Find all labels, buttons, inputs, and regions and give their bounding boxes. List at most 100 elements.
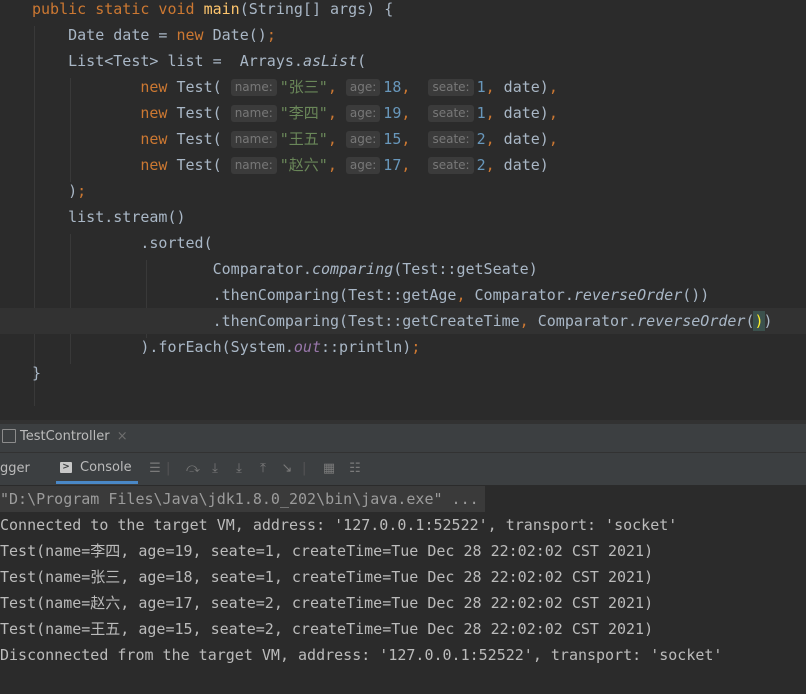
- parameter-hint: age:: [345, 105, 381, 122]
- code-token: ,: [401, 130, 429, 148]
- code-line: Comparator.comparing(Test::getSeate): [0, 256, 806, 282]
- code-line: new Test( name: "王五", age: 15, seate: 2, da…: [0, 126, 806, 152]
- parameter-hint: name:: [230, 105, 277, 122]
- code-token: ,: [485, 78, 504, 96]
- console-tab-icon: >: [60, 462, 72, 473]
- code-line: Date date = new Date();: [0, 22, 806, 48]
- code-token: reverseOrder: [637, 312, 746, 330]
- code-token: Test(: [176, 78, 231, 96]
- code-token: date): [503, 130, 549, 148]
- parameter-hint: name:: [230, 131, 277, 148]
- run-to-cursor-icon[interactable]: ↘: [278, 460, 296, 478]
- code-token: "赵六": [279, 156, 328, 174]
- code-token: ,: [327, 156, 346, 174]
- code-editor[interactable]: public static void main(String[] args) {…: [0, 0, 806, 420]
- code-token: ,: [519, 312, 538, 330]
- menu-icon[interactable]: ☰: [146, 460, 164, 478]
- code-token: ,: [401, 78, 429, 96]
- close-icon[interactable]: ×: [117, 429, 128, 444]
- parameter-hint: seate:: [428, 157, 474, 174]
- code-token: ): [753, 311, 765, 331]
- code-token: ;: [411, 338, 421, 356]
- code-token: (String[] args) {: [239, 0, 394, 18]
- code-token: (Test::getSeate): [393, 260, 538, 278]
- code-token: ,: [401, 104, 429, 122]
- code-line: .thenComparing(Test::getAge, Comparator.…: [0, 282, 806, 308]
- console-command-line: "D:\Program Files\Java\jdk1.8.0_202\bin\…: [0, 486, 485, 512]
- parameter-hint: seate:: [428, 131, 474, 148]
- tab-debugger[interactable]: gger: [0, 461, 30, 476]
- parameter-hint: seate:: [428, 105, 474, 122]
- code-token: ): [763, 312, 773, 330]
- code-token: ;: [266, 26, 276, 44]
- trace-icon[interactable]: ☷: [346, 460, 364, 478]
- code-token: Date date =: [32, 26, 177, 44]
- code-token: ,: [327, 130, 346, 148]
- step-out-icon[interactable]: ⤒: [254, 460, 272, 478]
- parameter-hint: age:: [345, 131, 381, 148]
- code-token: ).forEach(System.: [32, 338, 294, 356]
- console-line: Connected to the target VM, address: '12…: [0, 516, 678, 534]
- code-token: ,: [456, 286, 475, 304]
- run-config-tab[interactable]: TestController ×: [20, 429, 128, 444]
- code-token: main: [203, 0, 240, 18]
- code-token: (: [357, 52, 367, 70]
- parameter-hint: name:: [230, 157, 277, 174]
- parameter-hint: name:: [230, 79, 277, 96]
- code-token: }: [32, 364, 42, 382]
- code-token: "张三": [279, 78, 328, 96]
- code-token: ,: [548, 130, 558, 148]
- console-line: Disconnected from the target VM, address…: [0, 646, 723, 664]
- code-line: ).forEach(System.out::println);: [0, 334, 806, 360]
- code-token: ): [32, 182, 78, 200]
- code-token: 1: [476, 104, 486, 122]
- parameter-hint: age:: [345, 79, 381, 96]
- code-token: new: [32, 156, 177, 174]
- tab-console[interactable]: > Console: [56, 453, 138, 484]
- run-config-title: TestController: [20, 429, 110, 444]
- code-token: 1: [476, 78, 486, 96]
- code-line: new Test( name: "张三", age: 18, seate: 1, da…: [0, 74, 806, 100]
- code-token: ,: [485, 104, 504, 122]
- step-over-icon[interactable]: ⤼: [184, 460, 202, 478]
- code-token: ::println): [321, 338, 412, 356]
- code-token: Date(): [212, 26, 267, 44]
- code-line: .thenComparing(Test::getCreateTime, Comp…: [0, 308, 806, 334]
- console-line: Test(name=李四, age=19, seate=1, createTim…: [0, 542, 654, 560]
- code-token: comparing: [311, 260, 394, 278]
- force-step-into-icon[interactable]: ⤓: [230, 460, 248, 478]
- code-line: }: [0, 360, 806, 386]
- code-token: new: [32, 130, 177, 148]
- code-token: .sorted(: [32, 234, 213, 252]
- code-token: ,: [327, 104, 346, 122]
- parameter-hint: age:: [345, 157, 381, 174]
- code-token: Test(: [176, 130, 231, 148]
- code-token: "李四": [279, 104, 328, 122]
- code-token: .thenComparing(Test::getAge: [32, 286, 457, 304]
- console-line: Test(name=张三, age=18, seate=1, createTim…: [0, 568, 654, 586]
- code-token: date): [503, 78, 549, 96]
- code-token: new: [32, 104, 177, 122]
- console-output[interactable]: "D:\Program Files\Java\jdk1.8.0_202\bin\…: [0, 486, 806, 694]
- code-token: ,: [485, 156, 504, 174]
- code-token: "王五": [279, 130, 328, 148]
- code-token: List<Test> list = Arrays.: [32, 52, 303, 70]
- code-token: new: [32, 78, 177, 96]
- console-toolbar: gger > Console ☰ | ⤼ ⤓ ⤓ ⤒ ↘ | ▦ ☷: [0, 453, 806, 486]
- code-token: Comparator.: [474, 286, 574, 304]
- run-tool-window-header: TestController ×: [0, 424, 806, 453]
- step-into-icon[interactable]: ⤓: [206, 460, 224, 478]
- code-line: new Test( name: "赵六", age: 17, seate: 2, da…: [0, 152, 806, 178]
- code-token: ,: [401, 156, 429, 174]
- code-token: reverseOrder: [573, 286, 683, 304]
- parameter-hint: seate:: [428, 79, 474, 96]
- code-token: 18: [383, 78, 402, 96]
- code-token: new: [176, 26, 213, 44]
- code-token: out: [293, 338, 321, 356]
- toolbar-separator: |: [166, 461, 171, 476]
- code-token: list.stream(): [32, 208, 186, 226]
- code-token: 15: [383, 130, 402, 148]
- evaluate-expression-icon[interactable]: ▦: [320, 460, 338, 478]
- code-token: 2: [476, 130, 486, 148]
- code-token: Test(: [176, 156, 231, 174]
